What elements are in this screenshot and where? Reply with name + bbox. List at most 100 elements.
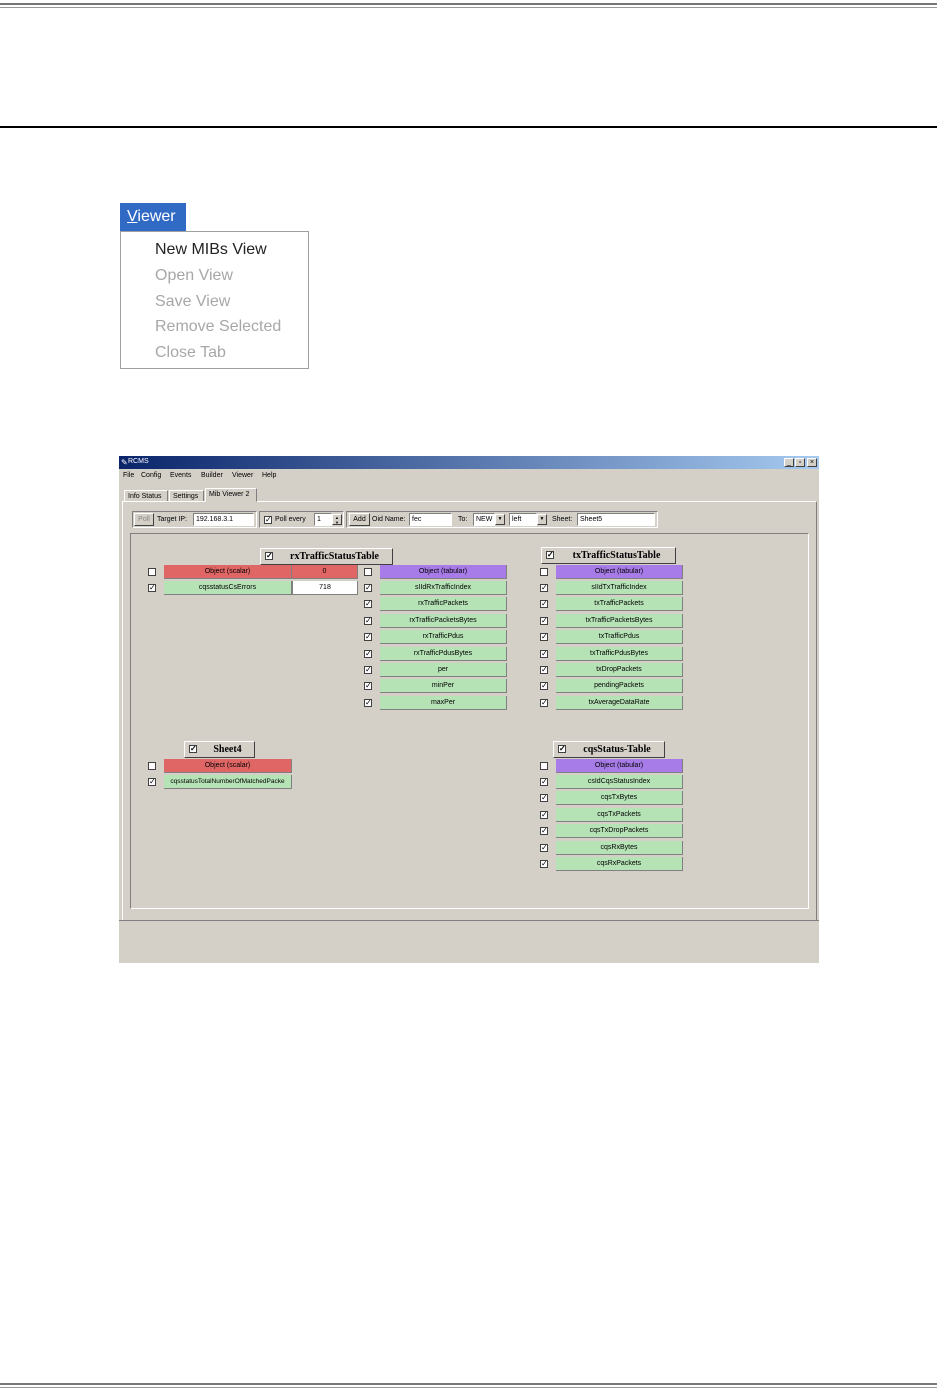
maximize-button[interactable]: ▫	[795, 458, 805, 467]
position-select[interactable]: left	[509, 513, 537, 526]
rx-tabular-header-checkbox[interactable]	[364, 568, 372, 576]
cqs-tabular-row-checkbox[interactable]: ✓	[540, 843, 548, 852]
rx-tabular-header: Object (tabular)	[380, 565, 507, 579]
menu-item-open-view[interactable]: Open View	[155, 267, 233, 285]
position-dropdown-icon[interactable]: ▼	[537, 514, 547, 525]
tx-tabular-row: txTrafficPdus	[556, 630, 683, 645]
status-bar	[119, 920, 819, 963]
sheet4-title-box: ✓ Sheet4	[184, 741, 255, 758]
poll-button[interactable]: Poll	[134, 513, 154, 526]
sheet4-row: cqsstatusTotalNumberOfMatchedPacke	[164, 775, 292, 789]
menu-events[interactable]: Events	[170, 472, 191, 479]
rx-table-checkbox[interactable]: ✓	[265, 552, 273, 560]
to-label: To:	[458, 516, 468, 523]
cqs-tabular-row: cqsRxBytes	[556, 840, 683, 855]
footer-rule-thin	[0, 1387, 937, 1388]
rx-tabular-row-checkbox[interactable]: ✓	[364, 600, 372, 609]
tx-tabular-row-checkbox[interactable]: ✓	[540, 616, 548, 625]
rx-tabular-row-checkbox[interactable]: ✓	[364, 666, 372, 674]
tab-mib-viewer-2[interactable]: Mib Viewer 2	[205, 488, 257, 502]
to-dropdown-icon[interactable]: ▼	[495, 514, 505, 525]
tx-tabular-row-checkbox[interactable]: ✓	[540, 649, 548, 658]
target-ip-input[interactable]: 192.168.3.1	[193, 513, 254, 526]
rx-tabular-row-checkbox[interactable]: ✓	[364, 698, 372, 707]
menu-item-save-view[interactable]: Save View	[155, 293, 230, 311]
viewer-menu-dropdown: New MIBs View Open View Save View Remove…	[120, 231, 309, 369]
menu-item-remove-selected[interactable]: Remove Selected	[155, 318, 281, 336]
cqs-tabular-row-checkbox[interactable]: ✓	[540, 778, 548, 786]
rx-tabular-row-checkbox[interactable]: ✓	[364, 633, 372, 642]
tx-tabular-row: txTrafficPacketsBytes	[556, 613, 683, 628]
rx-tabular-row-checkbox[interactable]: ✓	[364, 584, 372, 592]
poll-every-input[interactable]: 1	[314, 513, 332, 526]
rx-tabular-row-checkbox[interactable]: ✓	[364, 682, 372, 691]
cqs-table-checkbox[interactable]: ✓	[558, 745, 566, 753]
oid-name-input[interactable]: fec	[409, 513, 452, 526]
to-select[interactable]: NEW	[473, 513, 495, 526]
cqs-tabular-header: Object (tabular)	[556, 759, 683, 773]
tx-tabular-row-checkbox[interactable]: ✓	[540, 584, 548, 592]
sheet-label: Sheet:	[552, 516, 573, 523]
rx-tabular-row: rxTrafficPdus	[380, 630, 507, 645]
cqs-tabular-row-checkbox[interactable]: ✓	[540, 827, 548, 836]
tx-tabular-row: sIIdTxTrafficIndex	[556, 581, 683, 595]
sheet4-checkbox[interactable]: ✓	[189, 745, 197, 753]
cqs-tabular-row: cqsTxDropPackets	[556, 824, 683, 839]
menu-viewer[interactable]: Viewer	[232, 472, 253, 479]
cqs-tabular-row: csIdCqsStatusIndex	[556, 775, 683, 789]
header-rule	[0, 3, 937, 5]
cqs-tabular-row-checkbox[interactable]: ✓	[540, 810, 548, 819]
rx-scalar-row-value: 718	[292, 581, 358, 595]
tx-tabular-row-checkbox[interactable]: ✓	[540, 682, 548, 691]
add-button[interactable]: Add	[349, 513, 370, 526]
title-bar: ✎ RCMS	[119, 456, 819, 469]
sheet-input[interactable]: Sheet5	[577, 513, 655, 526]
rx-tabular-row: rxTrafficPackets	[380, 597, 507, 612]
tx-tabular-row-checkbox[interactable]: ✓	[540, 698, 548, 707]
tx-table-checkbox[interactable]: ✓	[546, 551, 554, 559]
cqs-tabular-row-checkbox[interactable]: ✓	[540, 794, 548, 803]
tx-table-title: txTrafficStatusTable	[572, 550, 661, 561]
menu-item-new-mibs-view[interactable]: New MIBs View	[155, 241, 267, 259]
sheet4-title: Sheet4	[213, 744, 242, 755]
menu-config[interactable]: Config	[141, 472, 161, 479]
rcms-window: ✎ RCMS _ ▫ × File Config Events Builder …	[119, 456, 819, 963]
rx-tabular-row: per	[380, 663, 507, 677]
menu-help[interactable]: Help	[262, 472, 276, 479]
sheet4-scalar-header-checkbox[interactable]	[148, 762, 156, 770]
footer-rule	[0, 1383, 937, 1385]
poll-every-label: Poll every	[275, 516, 306, 523]
rx-tabular-row: sIIdRxTrafficIndex	[380, 581, 507, 595]
viewer-menu-title[interactable]: Viewer	[120, 203, 186, 231]
menu-bar: File Config Events Builder Viewer Help	[119, 470, 819, 482]
rx-scalar-header-checkbox[interactable]	[148, 568, 156, 576]
poll-every-spinner-icon[interactable]: ▲ ▼	[332, 514, 342, 525]
sheet4-row-checkbox[interactable]: ✓	[148, 778, 156, 786]
close-button[interactable]: ×	[807, 458, 817, 467]
rx-tabular-row-checkbox[interactable]: ✓	[364, 616, 372, 625]
tx-tabular-header-checkbox[interactable]	[540, 568, 548, 576]
tx-tabular-row: txAverageDataRate	[556, 695, 683, 710]
rx-scalar-row-checkbox[interactable]: ✓	[148, 584, 156, 592]
tx-tabular-row: txTrafficPdusBytes	[556, 646, 683, 661]
menu-builder[interactable]: Builder	[201, 472, 223, 479]
cqs-table-title: cqsStatus-Table	[583, 744, 651, 755]
minimize-button[interactable]: _	[784, 458, 794, 467]
tx-tabular-row-checkbox[interactable]: ✓	[540, 633, 548, 642]
cqs-tabular-row: cqsTxPackets	[556, 807, 683, 822]
tx-tabular-row-checkbox[interactable]: ✓	[540, 600, 548, 609]
rx-tabular-row: rxTrafficPdusBytes	[380, 646, 507, 661]
poll-every-checkbox[interactable]: ✓	[264, 516, 272, 524]
window-title: RCMS	[128, 458, 149, 465]
cqs-tabular-header-checkbox[interactable]	[540, 762, 548, 770]
header-separator	[0, 126, 937, 128]
cqs-tabular-row: cqsTxBytes	[556, 791, 683, 806]
cqs-tabular-row-checkbox[interactable]: ✓	[540, 860, 548, 868]
rx-tabular-row-checkbox[interactable]: ✓	[364, 649, 372, 658]
menu-file[interactable]: File	[123, 472, 134, 479]
header-rule-thin	[0, 7, 937, 8]
tx-tabular-header: Object (tabular)	[556, 565, 683, 579]
cqs-tabular-row: cqsRxPackets	[556, 857, 683, 871]
tx-tabular-row-checkbox[interactable]: ✓	[540, 666, 548, 674]
menu-item-close-tab[interactable]: Close Tab	[155, 344, 226, 362]
